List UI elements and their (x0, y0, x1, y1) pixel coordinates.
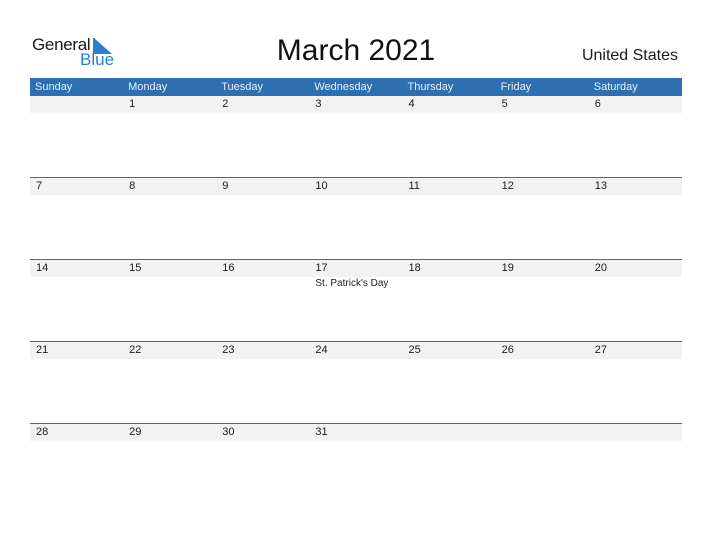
day-number: 31 (315, 426, 328, 438)
day-cell: 8 (123, 178, 216, 258)
day-cell: 20 (589, 260, 682, 340)
weekday-monday: Monday (128, 81, 168, 93)
day-number: 21 (36, 344, 49, 356)
day-number: 3 (315, 98, 322, 110)
day-cell: 25 (403, 342, 496, 422)
week-row: 14 15 16 17 St. Patrick's Day 18 19 20 (30, 259, 682, 341)
day-number: 5 (501, 98, 508, 110)
day-number: 30 (222, 426, 235, 438)
day-cell: 27 (589, 342, 682, 422)
weekday-header: Sunday Monday Tuesday Wednesday Thursday… (30, 78, 682, 96)
day-number: 28 (36, 426, 49, 438)
day-cell: 10 (309, 178, 402, 258)
calendar-grid: Sunday Monday Tuesday Wednesday Thursday… (30, 78, 682, 505)
day-cell: 9 (216, 178, 309, 258)
day-cell: 2 (216, 96, 309, 176)
day-number: 23 (222, 344, 235, 356)
day-number: 25 (408, 344, 421, 356)
day-number: 8 (129, 180, 136, 192)
day-number: 16 (222, 262, 235, 274)
day-number: 10 (315, 180, 328, 192)
day-number: 12 (501, 180, 514, 192)
country-label: United States (581, 47, 678, 64)
weekday-friday: Friday (500, 81, 532, 93)
day-cell: 18 (403, 260, 496, 340)
day-cell: 6 (589, 96, 682, 176)
day-cell (403, 424, 496, 504)
day-number: 6 (594, 98, 601, 110)
week-cells: 1 2 3 4 5 6 (30, 96, 682, 176)
day-number: 20 (594, 262, 607, 274)
day-cell: 19 (496, 260, 589, 340)
week-row: 21 22 23 24 25 26 27 (30, 341, 682, 423)
day-number: 18 (408, 262, 421, 274)
day-cell: 4 (403, 96, 496, 176)
week-row: 1 2 3 4 5 6 (30, 96, 682, 177)
day-cell: 13 (589, 178, 682, 258)
day-cell: 3 (309, 96, 402, 176)
day-number: 1 (129, 98, 136, 110)
day-cell: 16 (216, 260, 309, 340)
day-cell: 30 (216, 424, 309, 504)
week-cells: 28 29 30 31 (30, 424, 682, 504)
day-cell (496, 424, 589, 504)
day-number: 19 (501, 262, 514, 274)
day-number: 9 (222, 180, 229, 192)
day-cell: 21 (30, 342, 123, 422)
day-cell: 31 (309, 424, 402, 504)
day-number: 15 (129, 262, 142, 274)
day-number: 14 (36, 262, 49, 274)
day-number: 7 (36, 180, 43, 192)
weekday-thursday: Thursday (407, 81, 454, 93)
day-number: 24 (315, 344, 328, 356)
day-cell: 12 (496, 178, 589, 258)
day-cell: 28 (30, 424, 123, 504)
day-cell: 7 (30, 178, 123, 258)
day-number: 27 (594, 344, 607, 356)
day-cell: 24 (309, 342, 402, 422)
day-cell: 5 (496, 96, 589, 176)
day-cell: 26 (496, 342, 589, 422)
week-row: 7 8 9 10 11 12 13 (30, 177, 682, 259)
day-cell: 1 (123, 96, 216, 176)
day-cell: 14 (30, 260, 123, 340)
day-number: 17 (315, 262, 328, 274)
day-cell: 17 St. Patrick's Day (309, 260, 402, 340)
weekday-sunday: Sunday (35, 81, 73, 93)
day-cell: 29 (123, 424, 216, 504)
weekday-tuesday: Tuesday (221, 81, 264, 93)
week-cells: 21 22 23 24 25 26 27 (30, 342, 682, 422)
weekday-wednesday: Wednesday (314, 81, 373, 93)
day-number: 29 (129, 426, 142, 438)
week-cells: 7 8 9 10 11 12 13 (30, 178, 682, 258)
day-cell: 15 (123, 260, 216, 340)
week-cells: 14 15 16 17 St. Patrick's Day 18 19 20 (30, 260, 682, 340)
day-number: 13 (594, 180, 607, 192)
day-number: 2 (222, 98, 229, 110)
day-cell: 23 (216, 342, 309, 422)
day-cell: 22 (123, 342, 216, 422)
holiday-event: St. Patrick's Day (315, 278, 389, 289)
week-row: 28 29 30 31 (30, 423, 682, 505)
day-cell (30, 96, 123, 176)
day-number: 22 (129, 344, 142, 356)
day-number: 26 (501, 344, 514, 356)
weeks-container: 1 2 3 4 5 6 7 8 9 10 11 12 13 14 15 16 17 St. Patrick's D… (30, 96, 682, 505)
day-number: 11 (408, 180, 420, 192)
day-cell (589, 424, 682, 504)
day-number: 4 (408, 98, 415, 110)
day-cell: 11 (403, 178, 496, 258)
weekday-saturday: Saturday (593, 81, 638, 93)
